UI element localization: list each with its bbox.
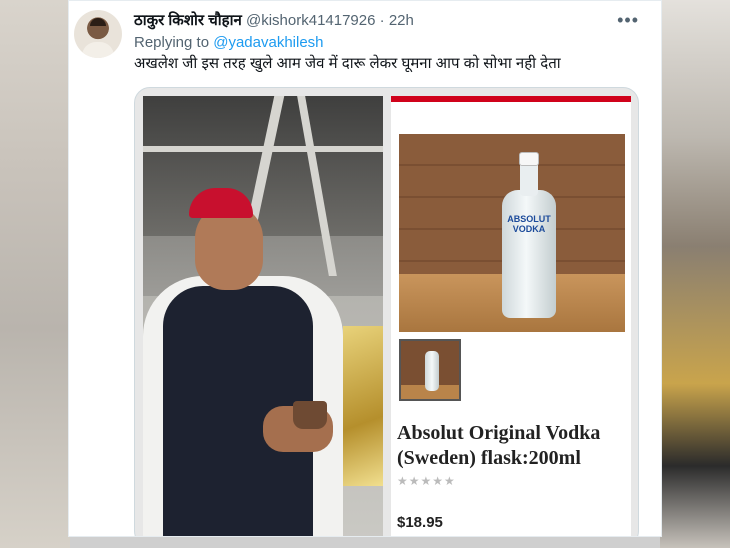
- author-handle[interactable]: @kishork41417926: [246, 12, 375, 29]
- replying-to-line: Replying to @yadavakhilesh: [134, 34, 324, 51]
- rating-stars: ★★★★★: [397, 474, 456, 488]
- product-price: $18.95: [397, 514, 443, 531]
- product-title-line2: (Sweden) flask:200ml: [397, 447, 581, 469]
- tweet-card[interactable]: ठाकुर किशोर चौहान @kishork41417926 · 22h…: [68, 0, 662, 537]
- blurred-backdrop-right: [660, 0, 730, 548]
- tweet-media[interactable]: ABSOLUT VODKA Absolut Original Vodka (Sw…: [134, 87, 639, 536]
- product-thumbnail[interactable]: [399, 339, 461, 401]
- timestamp[interactable]: 22h: [389, 12, 414, 29]
- bottle-label: ABSOLUT VODKA: [507, 214, 551, 234]
- reply-to-link[interactable]: @yadavakhilesh: [213, 34, 323, 51]
- avatar[interactable]: [74, 10, 122, 58]
- photo-person[interactable]: [143, 96, 383, 536]
- more-horizontal-icon[interactable]: •••: [617, 11, 639, 29]
- product-title-line1: Absolut Original Vodka: [397, 422, 601, 444]
- reply-prefix: Replying to: [134, 34, 210, 51]
- product-title: Absolut Original Vodka (Sweden) flask:20…: [397, 421, 631, 471]
- tweet-header: ठाकुर किशोर चौहान @kishork41417926 · 22h: [134, 11, 414, 31]
- product-screenshot[interactable]: ABSOLUT VODKA Absolut Original Vodka (Sw…: [391, 96, 631, 536]
- separator-dot: ·: [379, 12, 385, 29]
- vodka-bottle-image: ABSOLUT VODKA: [502, 152, 556, 318]
- blurred-backdrop-left: [0, 0, 70, 548]
- red-header-bar: [391, 96, 631, 102]
- tweet-text: अखलेश जी इस तरह खुले आम जेव में दारू लेक…: [134, 55, 561, 72]
- author-name[interactable]: ठाकुर किशोर चौहान: [134, 12, 242, 29]
- product-main-image[interactable]: ABSOLUT VODKA: [399, 134, 625, 332]
